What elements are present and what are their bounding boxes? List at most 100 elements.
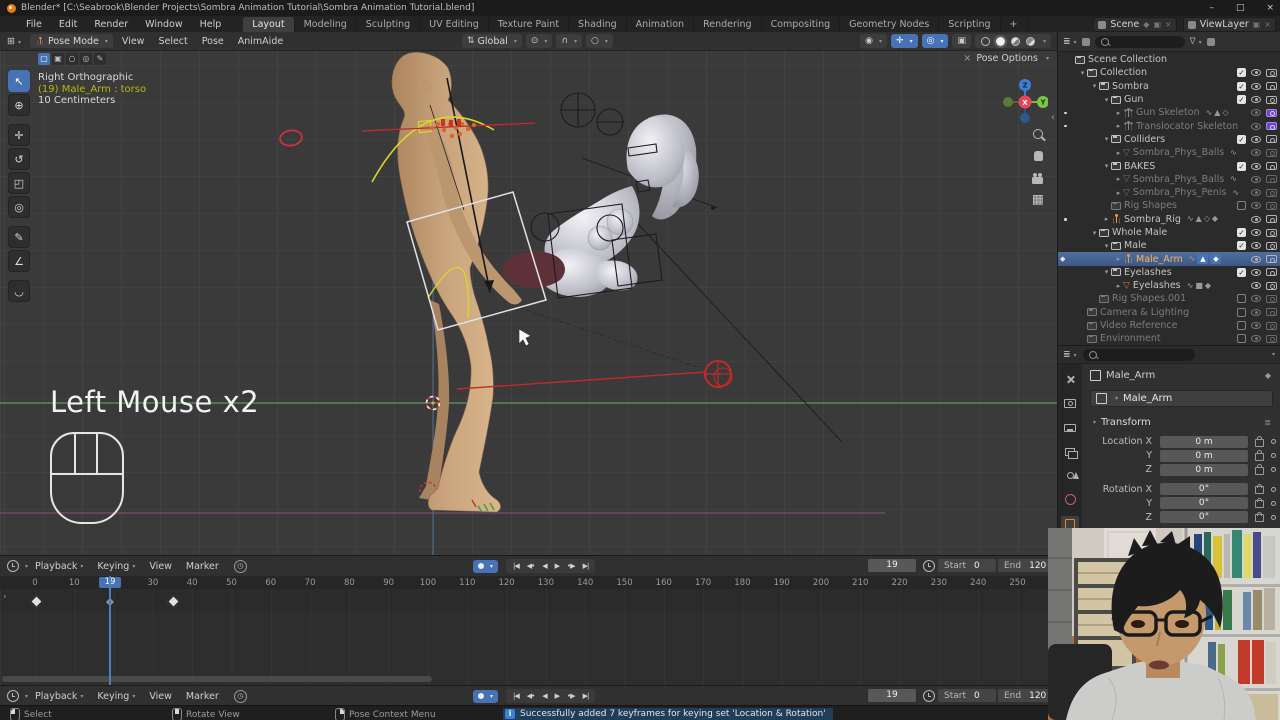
- editor-type-clock-icon[interactable]: [7, 690, 19, 702]
- disclosure-closed-icon[interactable]: ▸: [1114, 149, 1123, 157]
- workspace-tab-uv-editing[interactable]: UV Editing: [420, 16, 489, 32]
- measure-tool[interactable]: ∠: [8, 250, 30, 272]
- outliner-row-video-reference[interactable]: Video Reference: [1058, 319, 1280, 332]
- copy-icon[interactable]: ▣: [1153, 20, 1161, 29]
- viewport-menu-view[interactable]: View: [115, 36, 152, 47]
- constraint-icon[interactable]: ◇: [1204, 214, 1210, 224]
- mode-selector[interactable]: Pose Mode ▾: [29, 34, 113, 48]
- copy-icon[interactable]: ▣: [1253, 20, 1261, 29]
- field-value[interactable]: 0 m: [1160, 435, 1248, 448]
- checkbox-unchecked[interactable]: [1237, 321, 1246, 331]
- workspace-tab-animation[interactable]: Animation: [627, 16, 695, 32]
- hide-eye-icon[interactable]: [1251, 162, 1261, 170]
- decorator-dot-icon[interactable]: [1271, 500, 1276, 506]
- scene-selector[interactable]: Scene ◆ ▣ ×: [1093, 17, 1177, 32]
- lock-icon[interactable]: [1255, 483, 1264, 495]
- outliner-row-scene-collection[interactable]: Scene Collection: [1058, 53, 1280, 66]
- gizmo-z-label[interactable]: Z: [1022, 82, 1027, 90]
- checkbox-unchecked[interactable]: [1237, 307, 1246, 317]
- display-mode-icon[interactable]: [1081, 37, 1090, 46]
- lock-icon[interactable]: [1255, 436, 1264, 447]
- render-camera-icon[interactable]: [1266, 268, 1277, 277]
- viewlayer-selector[interactable]: ViewLayer ▣ ×: [1182, 17, 1276, 32]
- timeline-ruler[interactable]: 19 0103040506070809010011012013014015016…: [0, 576, 1057, 590]
- render-camera-icon[interactable]: [1266, 108, 1277, 117]
- show-gizmo-toggle[interactable]: ✛ ▾: [891, 34, 918, 48]
- object-name-field[interactable]: ▾ Male_Arm: [1090, 390, 1273, 407]
- render-camera-icon[interactable]: [1266, 122, 1277, 131]
- play-icon[interactable]: ▶: [551, 562, 563, 570]
- workspace-tab-scripting[interactable]: Scripting: [939, 16, 1001, 32]
- outliner-search-input[interactable]: [1094, 35, 1185, 48]
- decorator-dot-icon[interactable]: [1271, 439, 1276, 445]
- transform-panel-header[interactable]: ▾ Transform ≣: [1090, 417, 1273, 428]
- action-icon[interactable]: ∿: [1187, 214, 1194, 224]
- workspace-tab-compositing[interactable]: Compositing: [762, 16, 841, 32]
- keyframe-0[interactable]: [29, 595, 43, 608]
- rotate-tool[interactable]: ↺: [8, 148, 30, 170]
- properties-tab-world[interactable]: [1061, 492, 1079, 507]
- hide-eye-icon[interactable]: [1251, 255, 1261, 263]
- current-frame-field[interactable]: 19: [868, 689, 916, 702]
- disclosure-open-icon[interactable]: ▾: [1078, 69, 1087, 77]
- render-camera-icon[interactable]: [1266, 95, 1277, 104]
- scale-tool[interactable]: ◰: [8, 172, 30, 194]
- timeline-scrollbar[interactable]: [2, 676, 432, 682]
- use-preview-range-icon[interactable]: [923, 560, 935, 572]
- render-camera-icon[interactable]: [1266, 162, 1277, 171]
- prop-object[interactable]: [502, 251, 565, 288]
- navigation-gizmo[interactable]: Z Y X: [1002, 78, 1048, 124]
- outliner-row-gun-skeleton[interactable]: ▸ Gun Skeleton ∿ ▲ ◇: [1058, 106, 1280, 119]
- tweak-icon[interactable]: ▢: [38, 53, 50, 65]
- pose-breakdowner-tool[interactable]: ◡: [8, 280, 30, 302]
- pose-active-icon[interactable]: ▲: [1197, 254, 1209, 265]
- transform-orientation-selector[interactable]: ⇅ Global ▾: [462, 34, 522, 48]
- action-icon[interactable]: ∿: [1187, 281, 1194, 291]
- workspace-tab-+[interactable]: +: [1001, 16, 1028, 32]
- render-camera-icon[interactable]: [1266, 255, 1277, 264]
- material-shading-icon[interactable]: [1011, 36, 1021, 46]
- next-keyframe-icon[interactable]: •▶: [563, 692, 579, 700]
- workspace-tab-sculpting[interactable]: Sculpting: [357, 16, 421, 32]
- data-active-icon[interactable]: ◆: [1210, 254, 1222, 265]
- disclosure-open-icon[interactable]: ▾: [1102, 135, 1111, 143]
- hide-eye-icon[interactable]: [1251, 109, 1261, 117]
- current-frame-field[interactable]: 19: [868, 559, 916, 572]
- keyframe-35[interactable]: [167, 595, 180, 608]
- viewport-menu-select[interactable]: Select: [151, 36, 194, 47]
- timeline-body[interactable]: [0, 612, 1057, 686]
- hide-eye-icon[interactable]: [1251, 122, 1261, 130]
- timeline-menu-keying[interactable]: Keying ▾: [90, 561, 142, 572]
- properties-tab-output[interactable]: [1061, 420, 1079, 435]
- disclosure-closed-icon[interactable]: ▸: [1114, 189, 1123, 197]
- rig-ring-control[interactable]: [279, 129, 303, 147]
- pin-icon[interactable]: ◆: [1265, 371, 1271, 380]
- properties-tab-render[interactable]: [1061, 396, 1079, 411]
- proportional-edit-toggle[interactable]: ○ ▾: [586, 34, 613, 48]
- new-collection-icon[interactable]: [1206, 37, 1215, 46]
- hide-eye-icon[interactable]: [1251, 96, 1261, 104]
- viewport-canvas[interactable]: ▢ ▣ ○ ◎ ✎ ↖ ⊕ ✛ ↺ ◰ ◎ ✎ ∠ ◡ Right Orthographic (19) M…: [0, 50, 1057, 555]
- zoom-icon[interactable]: [1032, 128, 1047, 143]
- checkbox-unchecked[interactable]: [1237, 334, 1246, 344]
- checkbox-checked[interactable]: ✓: [1237, 228, 1246, 237]
- disclosure-closed-icon[interactable]: ▸: [1114, 282, 1123, 290]
- camera-view-icon[interactable]: [1032, 172, 1047, 187]
- properties-search-input[interactable]: [1082, 348, 1195, 361]
- outliner-row-whole-male[interactable]: ▾ Whole Male ✓: [1058, 226, 1280, 239]
- render-camera-icon[interactable]: [1266, 175, 1277, 184]
- workspace-tab-layout[interactable]: Layout: [243, 16, 295, 32]
- outliner-row-rig-shapes-001[interactable]: Rig Shapes.001: [1058, 292, 1280, 305]
- hide-eye-icon[interactable]: [1251, 82, 1261, 90]
- render-camera-icon[interactable]: [1266, 281, 1277, 290]
- timeline-menu-playback[interactable]: Playback ▾: [28, 561, 90, 572]
- checkbox-checked[interactable]: ✓: [1237, 68, 1246, 78]
- disclosure-open-icon[interactable]: ▾: [1102, 242, 1111, 250]
- render-camera-icon[interactable]: [1266, 321, 1277, 330]
- outliner-row-male[interactable]: ▾ Male ✓: [1058, 239, 1280, 252]
- menu-file[interactable]: File: [18, 17, 50, 32]
- sync-playhead-icon[interactable]: ◷: [233, 689, 247, 703]
- menu-help[interactable]: Help: [192, 17, 230, 32]
- decorator-dot-icon[interactable]: [1271, 467, 1276, 473]
- region-collapse-arrow[interactable]: ‹: [1051, 112, 1055, 123]
